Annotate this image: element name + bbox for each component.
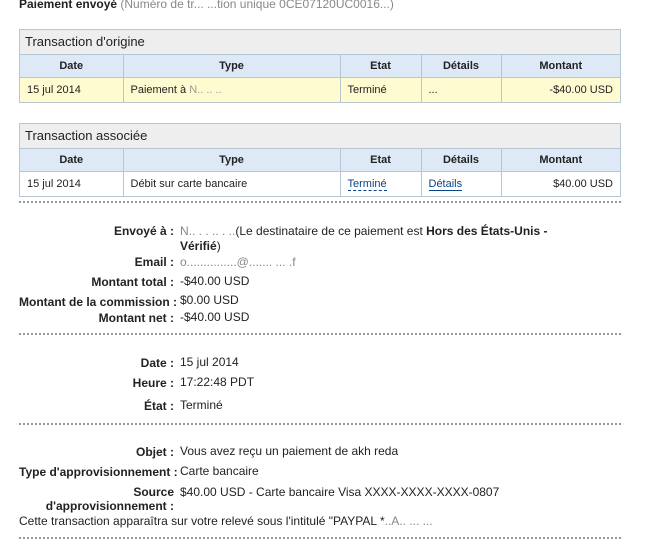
associated-transaction-heading: Transaction associée	[20, 124, 620, 149]
table-row: 15 jul 2014 Débit sur carte bancaire Ter…	[20, 171, 620, 196]
subject-label: Objet :	[136, 445, 174, 459]
total-amount-label: Montant total :	[91, 275, 174, 289]
funding-source-label-line2: d'approvisionnement :	[45, 499, 174, 513]
sent-to-text: (Le destinataire de ce paiement est	[235, 224, 427, 238]
cell-date: 15 jul 2014	[20, 171, 124, 196]
column-header-type: Type	[123, 55, 341, 78]
column-header-date: Date	[20, 149, 124, 172]
origin-transaction-box: Transaction d'origine Date Type Etat Dét…	[19, 29, 621, 103]
divider	[19, 201, 621, 203]
cell-details: Détails	[421, 171, 502, 196]
statement-note: Cette transaction apparaîtra sur votre r…	[19, 514, 433, 528]
column-header-amount: Montant	[501, 55, 620, 78]
email-value: o...............@....... ... .f	[180, 255, 296, 269]
cell-details: ...	[421, 77, 502, 102]
funding-source-label: Source d'approvisionnement :	[19, 485, 174, 513]
origin-transaction-table: Date Type Etat Détails Montant 15 jul 20…	[20, 55, 620, 102]
column-header-amount: Montant	[501, 149, 620, 172]
recipient-status: Vérifié	[180, 239, 217, 253]
date-label: Date :	[140, 356, 174, 370]
column-header-details: Détails	[421, 55, 502, 78]
state-value: Terminé	[180, 398, 223, 412]
recipient-redacted: N.. .. ..	[189, 84, 222, 96]
table-header-row: Date Type Etat Détails Montant	[20, 55, 620, 78]
cell-status: Terminé	[340, 171, 422, 196]
time-value: 17:22:48 PDT	[180, 375, 255, 389]
column-header-date: Date	[20, 55, 124, 78]
subject-value: Vous avez reçu un paiement de akh reda	[180, 444, 399, 458]
cell-amount: -$40.00 USD	[501, 77, 620, 102]
time-label: Heure :	[132, 376, 174, 390]
status-link[interactable]: Terminé	[347, 178, 387, 191]
funding-type-label: Type d'approvisionnement :	[19, 465, 178, 479]
divider	[19, 333, 621, 335]
recipient-location: Hors des États-Unis -	[426, 224, 548, 238]
column-header-type: Type	[123, 149, 341, 172]
cell-type: Débit sur carte bancaire	[123, 171, 341, 196]
column-header-details: Détails	[421, 149, 502, 172]
cell-type: Paiement à N.. .. ..	[123, 77, 341, 102]
sent-to-close: )	[216, 239, 221, 253]
fee-value: $0.00 USD	[180, 293, 239, 307]
cell-status: Terminé	[340, 77, 422, 102]
table-header-row: Date Type Etat Détails Montant	[20, 149, 620, 172]
state-label: État :	[144, 399, 174, 413]
cell-date: 15 jul 2014	[20, 77, 124, 102]
statement-note-text: Cette transaction apparaîtra sur votre r…	[19, 514, 385, 528]
net-amount-label: Montant net :	[98, 311, 174, 325]
page-title-text: Paiement envoyé	[19, 0, 118, 11]
email-redacted: o...............@....... ... .f	[180, 255, 296, 269]
column-header-status: Etat	[340, 149, 422, 172]
sent-to-value: N.. . . .. . ..(Le destinataire de ce pa…	[180, 224, 547, 238]
fee-label: Montant de la commission :	[19, 295, 178, 309]
date-value: 15 jul 2014	[180, 355, 239, 369]
net-amount-value: -$40.00 USD	[180, 310, 250, 324]
details-link[interactable]: Détails	[428, 178, 463, 191]
divider	[19, 423, 621, 425]
associated-transaction-box: Transaction associée Date Type Etat Déta…	[19, 123, 621, 197]
transaction-id-redacted: (Numéro de tr... ...tion unique 0CE07120…	[120, 0, 394, 11]
funding-type-value: Carte bancaire	[180, 464, 259, 478]
total-amount-value: -$40.00 USD	[180, 274, 250, 288]
origin-transaction-heading: Transaction d'origine	[20, 30, 620, 55]
sent-to-value-line2: Vérifié)	[180, 239, 221, 253]
associated-transaction-table: Date Type Etat Détails Montant 15 jul 20…	[20, 149, 620, 196]
cell-amount: $40.00 USD	[553, 178, 613, 190]
divider	[19, 537, 621, 539]
recipient-name-redacted: N.. . . .. . ..	[180, 224, 236, 238]
page-title: Paiement envoyé (Numéro de tr... ...tion…	[19, 0, 394, 11]
sent-to-label: Envoyé à :	[113, 224, 174, 238]
column-header-status: Etat	[340, 55, 422, 78]
funding-source-label-line1: Source	[133, 485, 174, 499]
email-label: Email :	[134, 255, 174, 269]
cell-type-text: Paiement à	[130, 84, 187, 96]
statement-note-redacted: ..A.. ... ...	[384, 514, 433, 528]
table-row: 15 jul 2014 Paiement à N.. .. .. Terminé…	[20, 77, 620, 102]
funding-source-value: $40.00 USD - Carte bancaire Visa XXXX-XX…	[180, 485, 500, 499]
